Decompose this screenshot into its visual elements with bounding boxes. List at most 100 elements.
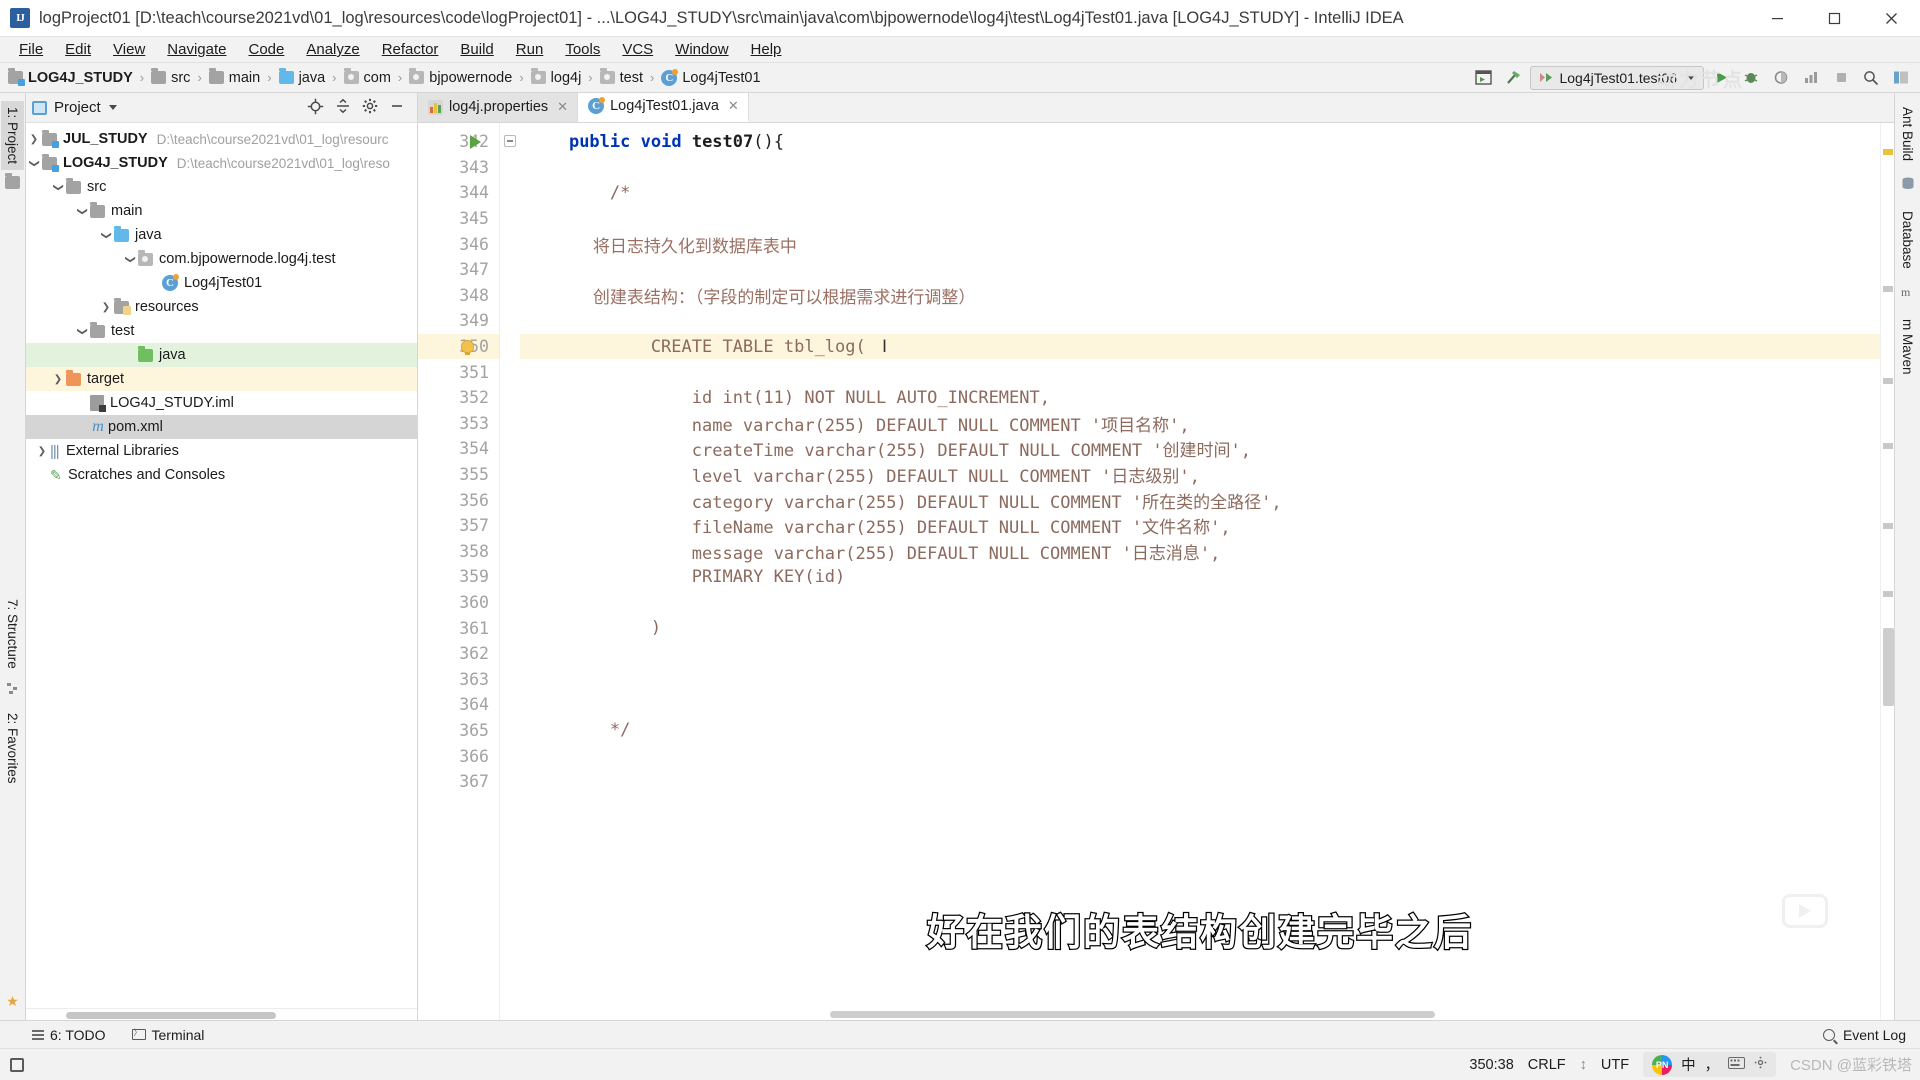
code-line[interactable] <box>520 769 1880 795</box>
marker-change[interactable] <box>1883 443 1893 449</box>
chevron-down-icon[interactable] <box>26 157 42 169</box>
menu-refactor[interactable]: Refactor <box>371 39 450 60</box>
locate-target-icon[interactable] <box>307 98 324 118</box>
breadcrumb-log4j[interactable]: log4j <box>530 68 581 86</box>
close-tab-icon[interactable]: ✕ <box>728 98 739 114</box>
editor-gutter[interactable]: 342 343 344 345 346 347 348 349 350 351 … <box>418 123 500 1020</box>
chevron-down-icon[interactable] <box>122 253 138 265</box>
code-line[interactable]: 创建表结构：（字段的制定可以根据需求进行调整） <box>520 283 1880 309</box>
code-line[interactable]: fileName varchar(255) DEFAULT NULL COMME… <box>520 513 1880 539</box>
chevron-down-icon[interactable] <box>74 205 90 217</box>
code-line[interactable]: PRIMARY KEY(id) <box>520 564 1880 590</box>
breadcrumb-test[interactable]: test <box>599 68 643 86</box>
tree-row-test-java[interactable]: java <box>26 343 417 367</box>
tree-row-test[interactable]: test <box>26 319 417 343</box>
menu-help[interactable]: Help <box>740 39 793 60</box>
code-line[interactable]: public void test07(){ <box>520 129 1880 155</box>
intention-bulb-icon[interactable] <box>461 340 474 355</box>
close-button[interactable] <box>1863 0 1920 36</box>
toggle-toolbar-icon[interactable] <box>10 1057 24 1072</box>
menu-vcs[interactable]: VCS <box>611 39 664 60</box>
menu-edit[interactable]: Edit <box>54 39 102 60</box>
chevron-right-icon[interactable] <box>50 373 66 385</box>
menu-analyze[interactable]: Analyze <box>295 39 370 60</box>
code-line[interactable]: id int(11) NOT NULL AUTO_INCREMENT, <box>520 385 1880 411</box>
sidebar-item-project[interactable]: 1: Project <box>1 101 24 171</box>
tab-log4j-properties[interactable]: log4j.properties ✕ <box>418 92 579 122</box>
breadcrumb-log4jtest01[interactable]: C Log4jTest01 <box>661 68 761 86</box>
breadcrumb-log4j-study[interactable]: LOG4J_STUDY <box>8 68 133 86</box>
breadcrumb-java[interactable]: java <box>278 68 325 86</box>
tree-row-jul-study[interactable]: JUL_STUDY D:\teach\course2021vd\01_log\r… <box>26 127 417 151</box>
code-line[interactable] <box>520 206 1880 232</box>
chevron-right-icon[interactable] <box>34 445 50 457</box>
caret-position[interactable]: 350:38 <box>1469 1057 1513 1073</box>
tab-log4jtest01-java[interactable]: C Log4jTest01.java ✕ <box>578 92 749 122</box>
menu-tools[interactable]: Tools <box>554 39 611 60</box>
tree-row-log4jtest01[interactable]: C Log4jTest01 <box>26 271 417 295</box>
tool-window-todo[interactable]: 6: TODO <box>32 1027 106 1043</box>
search-everywhere-icon[interactable] <box>1858 66 1884 90</box>
code-line[interactable]: name varchar(255) DEFAULT NULL COMMENT '… <box>520 411 1880 437</box>
tree-row-main[interactable]: main <box>26 199 417 223</box>
chevron-right-icon[interactable] <box>26 133 42 145</box>
code-line[interactable] <box>520 641 1880 667</box>
tree-row-package[interactable]: com.bjpowernode.log4j.test <box>26 247 417 271</box>
code-line[interactable] <box>520 359 1880 385</box>
code-line[interactable]: */ <box>520 718 1880 744</box>
minimize-button[interactable] <box>1749 0 1806 36</box>
breadcrumb-main[interactable]: main <box>208 68 260 86</box>
chevron-down-icon[interactable] <box>74 325 90 337</box>
code-line[interactable] <box>520 155 1880 181</box>
breadcrumb-com[interactable]: com <box>343 68 391 86</box>
code-line[interactable]: /* <box>520 180 1880 206</box>
chevron-down-icon[interactable] <box>98 229 114 241</box>
chevron-down-icon[interactable] <box>50 181 66 193</box>
code-line[interactable]: 将日志持久化到数据库表中 <box>520 231 1880 257</box>
menu-build[interactable]: Build <box>449 39 504 60</box>
stop-icon[interactable] <box>1828 66 1854 90</box>
event-log-area[interactable]: Event Log <box>1822 1027 1920 1043</box>
tool-window-terminal[interactable]: Terminal <box>131 1027 204 1043</box>
ime-language[interactable]: 中 <box>1681 1054 1696 1075</box>
tree-row-iml[interactable]: LOG4J_STUDY.iml <box>26 391 417 415</box>
project-tree[interactable]: JUL_STUDY D:\teach\course2021vd\01_log\r… <box>26 123 417 1008</box>
select-opened-file-icon[interactable] <box>1470 66 1496 90</box>
run-coverage-icon[interactable] <box>1768 66 1794 90</box>
menu-code[interactable]: Code <box>237 39 295 60</box>
scrollbar-thumb[interactable] <box>1883 628 1894 706</box>
file-encoding[interactable]: UTF <box>1601 1057 1629 1073</box>
star-icon[interactable]: ★ <box>6 993 19 1010</box>
tree-row-src[interactable]: src <box>26 175 417 199</box>
chevron-right-icon[interactable] <box>98 301 114 313</box>
sidebar-item-structure[interactable]: 7: Structure <box>1 593 24 675</box>
code-line[interactable] <box>520 743 1880 769</box>
marker-change[interactable] <box>1883 591 1893 597</box>
fold-region-icon[interactable] <box>504 135 516 147</box>
menu-navigate[interactable]: Navigate <box>156 39 237 60</box>
run-configuration-selector[interactable]: Log4jTest01.test06 <box>1530 65 1704 90</box>
code-line[interactable] <box>520 666 1880 692</box>
sidebar-item-maven[interactable]: m Maven <box>1896 313 1919 381</box>
chevron-down-icon[interactable] <box>108 105 117 110</box>
editor-markers-strip[interactable] <box>1880 123 1894 1020</box>
layout-icon[interactable] <box>1888 66 1914 90</box>
ime-punctuation[interactable]: ， <box>1705 1054 1720 1075</box>
ime-indicator[interactable]: PN 中 ， <box>1643 1052 1777 1077</box>
code-line[interactable]: message varchar(255) DEFAULT NULL COMMEN… <box>520 539 1880 565</box>
code-line[interactable] <box>520 590 1880 616</box>
sidebar-item-ant-build[interactable]: Ant Build <box>1896 101 1919 167</box>
settings-gear-icon[interactable] <box>362 98 378 117</box>
code-line-highlighted[interactable]: CREATE TABLE tbl_log( I <box>520 333 1880 360</box>
run-gutter-icon[interactable] <box>470 135 481 149</box>
run-icon[interactable] <box>1708 66 1734 90</box>
marker-change[interactable] <box>1883 523 1893 529</box>
tree-row-main-java[interactable]: java <box>26 223 417 247</box>
tree-row-log4j-study[interactable]: LOG4J_STUDY D:\teach\course2021vd\01_log… <box>26 151 417 175</box>
close-tab-icon[interactable]: ✕ <box>557 99 568 115</box>
profiler-icon[interactable] <box>1798 66 1824 90</box>
menu-file[interactable]: File <box>8 39 54 60</box>
hide-panel-icon[interactable] <box>389 98 405 117</box>
marker-warning[interactable] <box>1883 149 1893 155</box>
code-line[interactable]: category varchar(255) DEFAULT NULL COMME… <box>520 487 1880 513</box>
